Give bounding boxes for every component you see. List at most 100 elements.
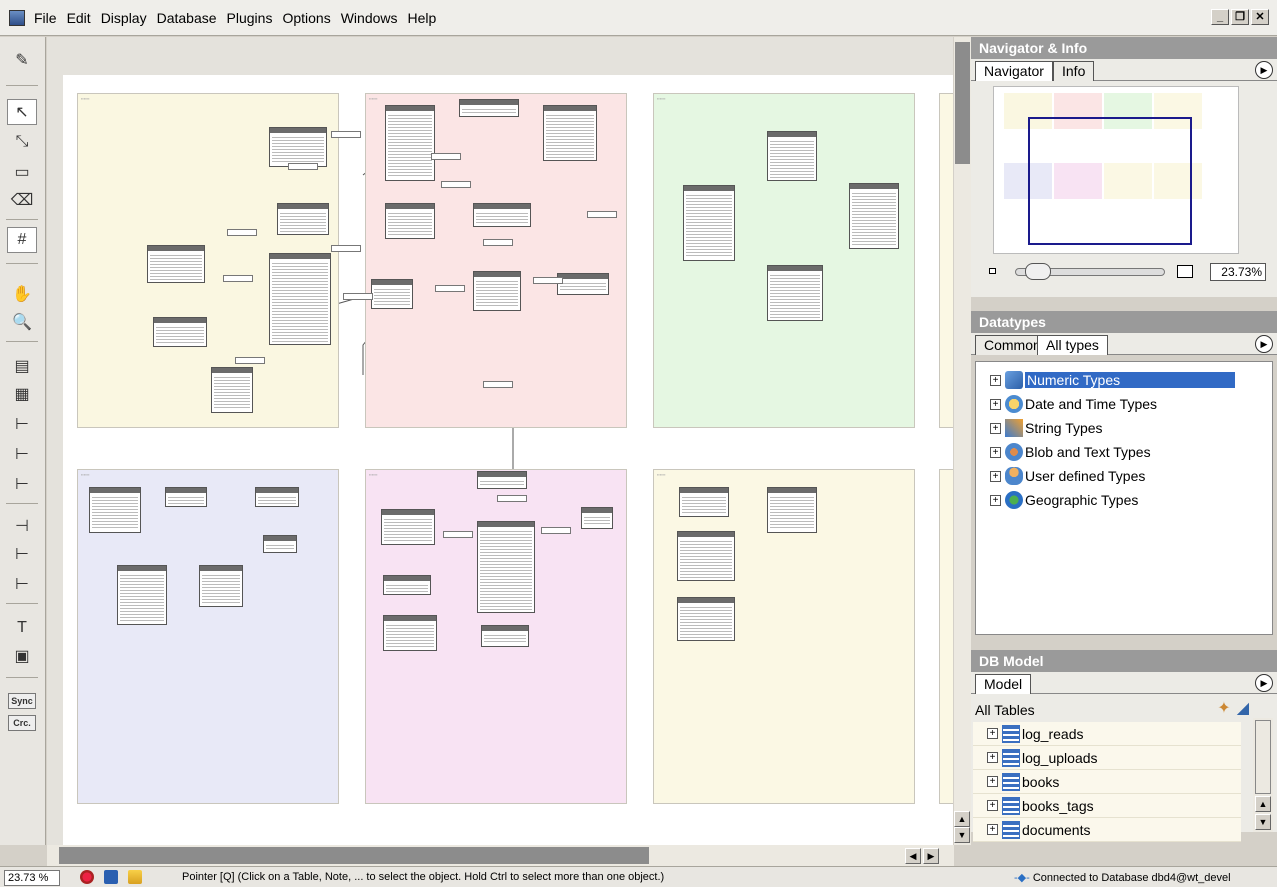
table-box[interactable] <box>383 575 431 595</box>
list-item[interactable]: + documents <box>973 818 1241 842</box>
menu-help[interactable]: Help <box>408 10 445 26</box>
grid-icon[interactable]: # <box>7 227 37 253</box>
scroll-up-icon[interactable]: ▲ <box>954 811 970 827</box>
tab-all-types[interactable]: All types <box>1037 335 1108 355</box>
table-box[interactable] <box>481 625 529 647</box>
new-table-icon[interactable]: ▦ <box>7 381 37 407</box>
minimize-button[interactable]: _ <box>1211 9 1229 25</box>
table-box[interactable] <box>277 203 329 235</box>
eraser-icon[interactable]: ⌫ <box>7 187 37 213</box>
zoom-slider-handle[interactable] <box>1025 263 1051 280</box>
region-4[interactable] <box>939 93 953 428</box>
expand-icon[interactable]: + <box>987 776 998 787</box>
relation-label[interactable] <box>288 163 318 170</box>
table-box[interactable] <box>557 273 609 295</box>
table-box[interactable] <box>89 487 141 533</box>
panel-menu-icon[interactable]: ▶ <box>1255 674 1273 692</box>
app-icon[interactable] <box>9 10 25 26</box>
tables-scrollbar[interactable]: ▲ ▼ <box>1253 718 1273 832</box>
table-box[interactable] <box>459 99 519 117</box>
datatype-blob-text[interactable]: + Blob and Text Types <box>976 440 1272 464</box>
table-box[interactable] <box>477 471 527 489</box>
table-box[interactable] <box>255 487 299 507</box>
table-box[interactable] <box>473 203 531 227</box>
relation-label[interactable] <box>331 131 361 138</box>
table-box[interactable] <box>677 597 735 641</box>
zoom-in-icon[interactable] <box>1177 265 1193 278</box>
vertical-scrollbar[interactable]: ▲ ▼ <box>954 37 971 845</box>
menu-plugins[interactable]: Plugins <box>227 10 281 26</box>
table-box[interactable] <box>767 265 823 321</box>
eraser-icon[interactable]: ◢ <box>1237 698 1249 718</box>
restore-button[interactable]: ❐ <box>1231 9 1249 25</box>
zoom-icon[interactable]: 🔍 <box>7 309 37 335</box>
table-box[interactable] <box>473 271 521 311</box>
navigator-minimap[interactable] <box>993 86 1239 254</box>
pointer-tool-icon[interactable]: ↖ <box>7 99 37 125</box>
scroll-down-icon[interactable]: ▼ <box>1255 814 1271 830</box>
menu-database[interactable]: Database <box>157 10 225 26</box>
table-box[interactable] <box>767 487 817 533</box>
database-icon[interactable] <box>128 870 142 884</box>
hand-icon[interactable]: ✋ <box>7 281 37 307</box>
expand-icon[interactable]: + <box>990 446 1001 458</box>
vertical-scroll-thumb[interactable] <box>955 42 970 164</box>
relation-label[interactable] <box>435 285 465 292</box>
table-box[interactable] <box>381 509 435 545</box>
menu-edit[interactable]: Edit <box>67 10 99 26</box>
scroll-right-icon[interactable]: ▶ <box>923 848 939 864</box>
relation-1n-sub-icon[interactable]: ⊢ <box>7 441 37 467</box>
relation-label[interactable] <box>441 181 471 188</box>
expand-icon[interactable]: + <box>987 824 998 835</box>
table-box[interactable] <box>269 253 331 345</box>
table-box[interactable] <box>211 367 253 413</box>
datatype-user-defined[interactable]: + User defined Types <box>976 464 1272 488</box>
relation-label[interactable] <box>431 153 461 160</box>
region-8[interactable] <box>939 469 953 804</box>
menu-options[interactable]: Options <box>282 10 338 26</box>
tab-info[interactable]: Info <box>1053 61 1095 81</box>
table-box[interactable] <box>147 245 205 283</box>
tables-scroll-thumb[interactable] <box>1255 720 1271 794</box>
table-box[interactable] <box>269 127 327 167</box>
relation-11-sub-icon[interactable]: ⊢ <box>7 541 37 567</box>
relation-1n-non-id-icon[interactable]: ⊢ <box>7 571 37 597</box>
relation-label[interactable] <box>533 277 563 284</box>
scroll-down-icon[interactable]: ▼ <box>954 827 970 843</box>
datatype-numeric[interactable]: + Numeric Types <box>976 368 1272 392</box>
table-box[interactable] <box>543 105 597 161</box>
table-box[interactable] <box>767 131 817 181</box>
relation-label[interactable] <box>235 357 265 364</box>
panel-menu-icon[interactable]: ▶ <box>1255 335 1273 353</box>
datatype-datetime[interactable]: + Date and Time Types <box>976 392 1272 416</box>
expand-icon[interactable]: + <box>990 422 1001 434</box>
expand-icon[interactable]: + <box>990 398 1001 410</box>
relation-label[interactable] <box>541 527 571 534</box>
table-box[interactable] <box>385 203 435 239</box>
table-box[interactable] <box>199 565 243 607</box>
table-box[interactable] <box>371 279 413 309</box>
list-item[interactable]: + log_uploads <box>973 746 1241 770</box>
relation-label[interactable] <box>223 275 253 282</box>
save-icon[interactable] <box>104 870 118 884</box>
panel-menu-icon[interactable]: ▶ <box>1255 61 1273 79</box>
relation-label[interactable] <box>483 381 513 388</box>
sync-button[interactable]: Sync <box>8 693 36 709</box>
relation-nm-icon[interactable]: ⊣ <box>7 513 37 539</box>
relation-label[interactable] <box>497 495 527 502</box>
menu-display[interactable]: Display <box>101 10 155 26</box>
text-tool-icon[interactable]: T <box>7 615 37 641</box>
tab-model[interactable]: Model <box>975 674 1032 694</box>
stop-icon[interactable] <box>80 870 94 884</box>
relation-11-icon[interactable]: ⊢ <box>7 471 37 497</box>
horizontal-scroll-thumb[interactable] <box>59 847 649 864</box>
move-tool-icon[interactable]: ⤡ <box>7 129 37 155</box>
expand-icon[interactable]: + <box>990 470 1001 482</box>
table-box[interactable] <box>581 507 613 529</box>
table-box[interactable] <box>677 531 735 581</box>
table-box[interactable] <box>153 317 207 347</box>
expand-icon[interactable]: + <box>987 728 998 739</box>
list-item[interactable]: + log_reads <box>973 722 1241 746</box>
relation-label[interactable] <box>343 293 373 300</box>
tab-navigator[interactable]: Navigator <box>975 61 1053 81</box>
